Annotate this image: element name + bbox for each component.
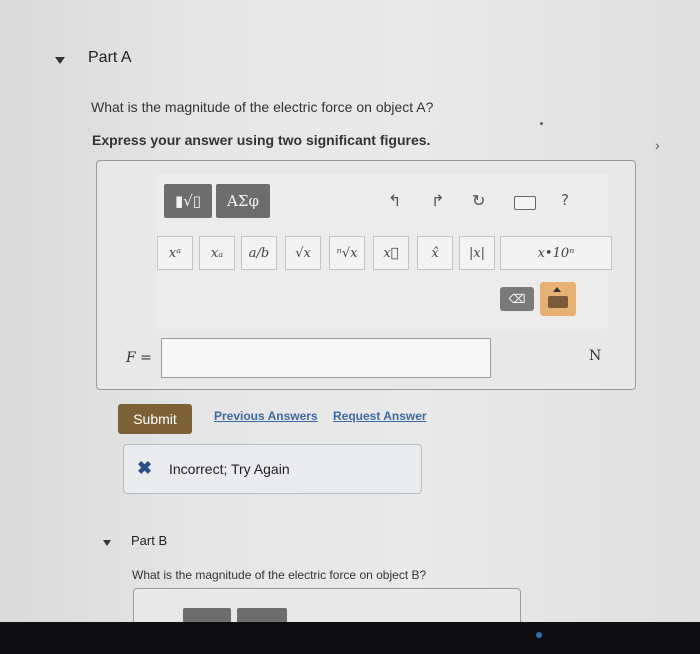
instruction-text: Express your answer using two significan… [92, 132, 431, 148]
sqrt-button[interactable]: √x [285, 236, 321, 270]
part-b-title[interactable]: Part B [131, 533, 167, 548]
collapse-part-a-icon[interactable] [55, 57, 65, 64]
superscript-button[interactable]: xᵃ [157, 236, 193, 270]
collapse-part-b-icon[interactable] [103, 540, 111, 546]
nth-root-button[interactable]: ⁿ√x [329, 236, 365, 270]
answer-input[interactable] [161, 338, 491, 378]
answer-label: F = [126, 350, 152, 366]
indicator-dot [536, 632, 542, 638]
reset-icon[interactable]: ↻ [472, 191, 485, 210]
fraction-button[interactable]: a/b [241, 236, 277, 270]
greek-symbols-button[interactable]: ΑΣφ [216, 184, 270, 218]
undo-icon[interactable]: ↰ [388, 191, 401, 210]
request-answer-link[interactable]: Request Answer [333, 409, 427, 423]
question-text: What is the magnitude of the electric fo… [91, 99, 434, 115]
help-button[interactable]: ? [561, 191, 569, 209]
chevron-right-icon[interactable]: › [655, 137, 660, 153]
unit-vector-button[interactable]: x̂ [417, 236, 453, 270]
redo-icon[interactable]: ↱ [431, 191, 444, 210]
part-a-title[interactable]: Part A [88, 49, 132, 67]
templates-button[interactable]: ▮√▯ [164, 184, 212, 218]
keyboard-toggle-button[interactable] [540, 282, 576, 316]
part-b-question: What is the magnitude of the electric fo… [132, 568, 427, 582]
decorative-dot [540, 122, 543, 125]
feedback-message: Incorrect; Try Again [169, 461, 290, 477]
keyboard-icon[interactable] [514, 196, 536, 210]
previous-answers-link[interactable]: Previous Answers [214, 409, 318, 423]
arrow-up-icon [553, 287, 561, 292]
vector-button[interactable]: x⃗ [373, 236, 409, 270]
page: Part A What is the magnitude of the elec… [0, 0, 700, 630]
submit-button[interactable]: Submit [118, 404, 192, 434]
keyboard-icon [548, 296, 568, 308]
taskbar [0, 622, 700, 654]
absolute-value-button[interactable]: |x| [459, 236, 495, 270]
subscript-button[interactable]: xₐ [199, 236, 235, 270]
incorrect-icon: ✖ [137, 458, 153, 478]
delete-button[interactable]: ⌫ [500, 287, 534, 311]
scientific-notation-button[interactable]: x•10ⁿ [500, 236, 612, 270]
unit-label: N [589, 348, 602, 364]
